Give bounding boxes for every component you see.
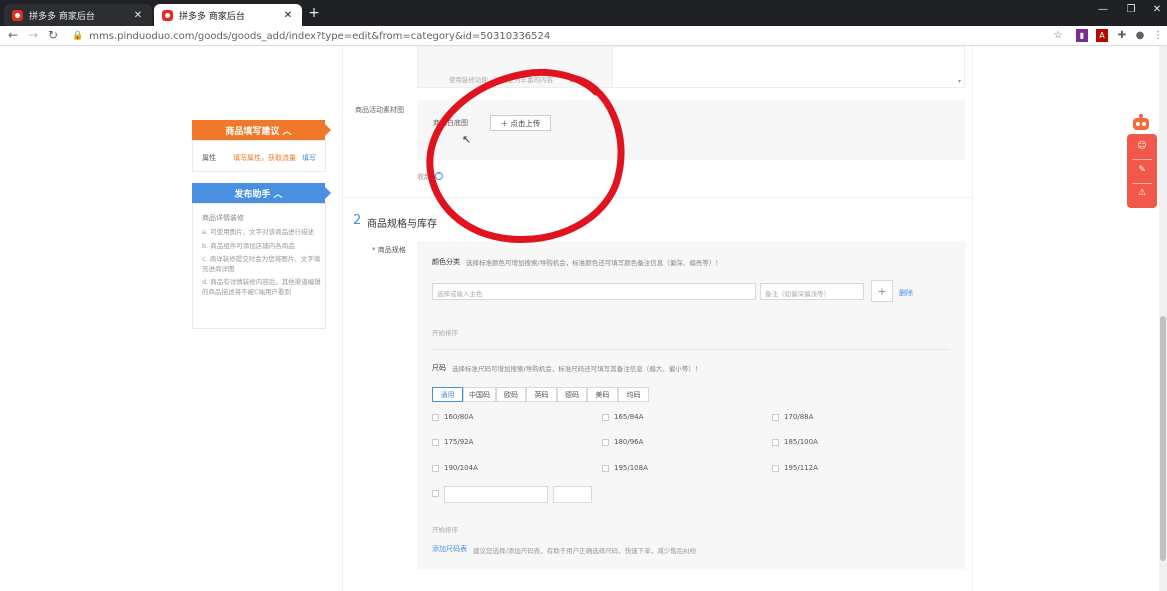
size-checkbox[interactable] bbox=[772, 439, 779, 446]
minimize-button[interactable]: — bbox=[1094, 4, 1112, 15]
menu-dots-icon[interactable]: ⋮ bbox=[1152, 29, 1164, 42]
reload-icon[interactable]: ↻ bbox=[46, 28, 60, 42]
size-hint: 选择标准尺码可增加搜索/导购机会，标准尺码还可填写其备注信息（偏大、偏小等）！ bbox=[452, 365, 702, 373]
size-title: 尺码 bbox=[432, 364, 446, 372]
size-checkbox[interactable] bbox=[602, 414, 609, 421]
page-scrollbar[interactable] bbox=[1159, 46, 1167, 591]
tab-china-size[interactable]: 中国码 bbox=[463, 387, 496, 402]
url-field[interactable]: 🔒 mms.pinduoduo.com/goods/goods_add/inde… bbox=[72, 28, 1062, 44]
size-table-hint: 建议您选择/添加尺码表，有助于用户正确选择尺码，快速下单，减少售后纠纷 bbox=[473, 547, 697, 555]
assistant-list: a. 可使用图片、文字对该商品进行描述 b. 商品组件可添加店铺内各商品 c. … bbox=[202, 228, 322, 297]
color-remark-placeholder: 备注（如偏深偏浅等） bbox=[765, 290, 830, 298]
browser-tab-2[interactable]: 拼多多 商家后台 ✕ bbox=[154, 4, 302, 26]
tab-us-size[interactable]: 美码 bbox=[587, 387, 618, 402]
annotation-circle bbox=[426, 68, 625, 243]
assistant-item: a. 可使用图片、文字对该商品进行描述 bbox=[202, 228, 315, 236]
size-checkbox[interactable] bbox=[602, 439, 609, 446]
size-option: 160/80A bbox=[444, 413, 474, 421]
warning-icon[interactable]: ⚠ bbox=[1127, 188, 1157, 198]
assistant-heading: 商品详情装修 bbox=[202, 214, 244, 222]
address-bar: ← → ↻ 🔒 mms.pinduoduo.com/goods/goods_ad… bbox=[0, 26, 1167, 46]
page-content: 商品填写建议 ︿ 属性 填写属性，获取流量 填写 发布助手 ︿ 商品详情装修 a… bbox=[0, 46, 1159, 591]
tab-de-size[interactable]: 德码 bbox=[557, 387, 587, 402]
size-checkbox[interactable] bbox=[772, 465, 779, 472]
restore-button[interactable]: ❐ bbox=[1122, 4, 1140, 15]
color-input[interactable]: 选择或输入主色 bbox=[432, 283, 756, 300]
color-hint: 选择标准颜色可增加搜索/导购机会，标准颜色还可填写颜色备注信息（偏深、偏亮等）！ bbox=[466, 259, 722, 267]
decoration-preview: ▾ bbox=[613, 46, 965, 88]
floating-toolbar: ☺ ✎ ⚠ bbox=[1127, 134, 1157, 208]
spec-label: * 商品规格 bbox=[372, 246, 406, 254]
profile-icon[interactable]: ● bbox=[1134, 29, 1146, 42]
section-number: 2 bbox=[353, 213, 362, 228]
assistant-card-header[interactable]: 发布助手 ︿ bbox=[192, 183, 331, 203]
size-checkbox[interactable] bbox=[432, 439, 439, 446]
customer-service-icon[interactable]: ☺ bbox=[1127, 141, 1157, 151]
suggest-title: 商品填写建议 ︿ bbox=[225, 126, 292, 137]
size-sort-link[interactable]: 开始排序 bbox=[432, 524, 458, 534]
tab-title: 拼多多 商家后台 bbox=[179, 11, 245, 22]
browser-tab-bar: 拼多多 商家后台 ✕ 拼多多 商家后台 ✕ + — ❐ ✕ bbox=[0, 0, 1167, 26]
tab-uk-size[interactable]: 英码 bbox=[526, 387, 557, 402]
size-option: 170/88A bbox=[784, 413, 814, 421]
custom-size-remark-input[interactable] bbox=[553, 486, 592, 503]
tab-one-size[interactable]: 均码 bbox=[618, 387, 649, 402]
back-arrow-icon[interactable]: ← bbox=[6, 28, 20, 42]
size-option: 185/100A bbox=[784, 438, 818, 446]
puzzle-icon[interactable]: ✚ bbox=[1116, 29, 1128, 42]
pinduoduo-favicon bbox=[162, 9, 173, 21]
size-option: 165/84A bbox=[614, 413, 644, 421]
add-color-button[interactable]: + bbox=[871, 280, 893, 302]
size-option: 195/112A bbox=[784, 464, 818, 472]
lock-icon: 🔒 bbox=[72, 31, 84, 41]
tab-general[interactable]: 通用 bbox=[432, 387, 463, 402]
window-close-button[interactable]: ✕ bbox=[1148, 4, 1166, 15]
custom-size-input[interactable] bbox=[444, 486, 548, 503]
close-icon[interactable]: ✕ bbox=[282, 10, 294, 21]
close-icon[interactable]: ✕ bbox=[132, 10, 144, 21]
fill-in-link[interactable]: 填写 bbox=[302, 153, 316, 163]
url-text: mms.pinduoduo.com/goods/goods_add/index?… bbox=[89, 30, 551, 42]
assistant-item: b. 商品组件可添加店铺内各商品 bbox=[202, 241, 295, 250]
suggest-card-body: 属性 填写属性，获取流量 填写 bbox=[192, 140, 326, 172]
size-option: 190/104A bbox=[444, 464, 478, 472]
size-option: 175/92A bbox=[444, 438, 474, 446]
suggest-row-label: 属性 bbox=[202, 154, 216, 162]
color-sort-link[interactable]: 开始排序 bbox=[432, 327, 458, 337]
assistant-card-body: 商品详情装修 a. 可使用图片、文字对该商品进行描述 b. 商品组件可添加店铺内… bbox=[192, 203, 326, 329]
color-title: 颜色分类 bbox=[432, 258, 460, 266]
size-option: 195/108A bbox=[614, 464, 648, 472]
size-checkbox[interactable] bbox=[602, 465, 609, 472]
size-checkbox[interactable] bbox=[772, 414, 779, 421]
pdf-extension-icon[interactable]: A bbox=[1096, 29, 1108, 42]
pinduoduo-favicon bbox=[12, 9, 23, 21]
size-checkbox[interactable] bbox=[432, 414, 439, 421]
custom-size-checkbox[interactable] bbox=[432, 490, 439, 497]
new-tab-button[interactable]: + bbox=[306, 5, 322, 21]
tab-title: 拼多多 商家后台 bbox=[29, 11, 95, 22]
color-input-placeholder: 选择或输入主色 bbox=[437, 290, 483, 298]
assistant-item: c. 商详装修提交时会为您将图片、文字填充进商详图 bbox=[202, 255, 321, 273]
extension-icon[interactable]: ▮ bbox=[1076, 29, 1088, 42]
delete-color-link[interactable]: 删除 bbox=[899, 288, 913, 298]
spec-panel: 颜色分类 选择标准颜色可增加搜索/导购机会，标准颜色还可填写颜色备注信息（偏深、… bbox=[417, 241, 965, 569]
color-remark-input[interactable]: 备注（如偏深偏浅等） bbox=[760, 283, 864, 300]
spec-divider bbox=[432, 349, 950, 350]
edit-icon[interactable]: ✎ bbox=[1127, 165, 1157, 175]
suggest-row-hint: 填写属性，获取流量 bbox=[233, 154, 296, 162]
assistant-item: d. 商品有详情装修内容后，其他渠道编辑的商品描述将不被C端用户看到 bbox=[202, 278, 321, 296]
size-option: 180/96A bbox=[614, 438, 644, 446]
add-size-table-link[interactable]: 添加尺码表 bbox=[432, 544, 467, 554]
browser-tab-1[interactable]: 拼多多 商家后台 ✕ bbox=[4, 4, 152, 26]
forward-arrow-icon[interactable]: → bbox=[26, 28, 40, 42]
scrollbar-thumb[interactable] bbox=[1160, 316, 1166, 561]
assistant-title: 发布助手 ︿ bbox=[234, 189, 283, 200]
size-checkbox[interactable] bbox=[432, 465, 439, 472]
material-label: 商品活动素材图 bbox=[355, 106, 404, 114]
tab-eu-size[interactable]: 欧码 bbox=[496, 387, 526, 402]
robot-mascot-icon[interactable] bbox=[1130, 112, 1152, 134]
star-icon[interactable]: ☆ bbox=[1052, 29, 1064, 42]
scroll-down-icon[interactable]: ▾ bbox=[958, 78, 961, 85]
suggest-card-header[interactable]: 商品填写建议 ︿ bbox=[192, 120, 331, 140]
